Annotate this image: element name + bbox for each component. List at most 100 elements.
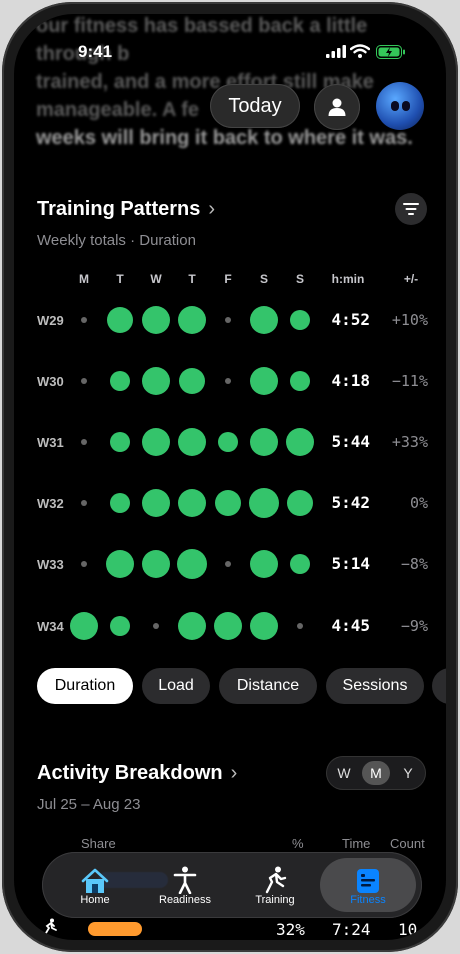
fitness-icon [357,869,379,893]
week-label: W31 [37,435,64,450]
filter-button[interactable] [395,193,427,225]
duration-dot [178,428,206,456]
week-label: W29 [37,313,64,328]
duration-dot [287,490,313,516]
tab-label: Training [255,894,295,906]
duration-dot [179,368,205,394]
share-bar [88,922,142,936]
week-label: W30 [37,374,64,389]
duration-dot [250,612,278,640]
tab-readiness[interactable]: Readiness [140,858,230,912]
duration-dot [110,371,130,391]
column-hmin: h:min [331,272,365,286]
duration-dot [297,623,303,629]
duration-dot [110,616,130,636]
phone-frame: our fitness has bassed back a little thr… [2,2,458,952]
duration-dot [81,561,87,567]
duration-dot [142,550,170,578]
week-duration: 4:52 [331,310,370,329]
section-title: Activity Breakdown [37,762,223,784]
column-share: Share [81,836,116,851]
metric-chip-overflow[interactable] [432,668,446,704]
week-delta: −8% [400,555,428,573]
duration-dot [81,378,87,384]
week-duration: 5:42 [331,493,370,512]
duration-dot [250,306,278,334]
metric-chip-load[interactable]: Load [142,668,210,704]
duration-dot [81,439,87,445]
duration-dot [178,489,206,517]
avatar-eye [402,101,410,111]
assistant-avatar[interactable] [376,82,424,130]
duration-dot [290,554,310,574]
tab-fitness[interactable]: Fitness [320,858,416,912]
tab-training[interactable]: Training [230,858,320,912]
day-header: T [116,272,124,286]
duration-dot [110,493,130,513]
today-button[interactable]: Today [210,84,300,128]
metric-chip-distance[interactable]: Distance [219,668,317,704]
duration-dot [142,367,170,395]
running-icon [265,866,287,894]
avatar-eye [391,101,399,111]
tab-label: Readiness [159,894,211,906]
day-header: F [224,272,232,286]
scrolled-insight-text: our fitness has bassed back a little thr… [36,14,436,152]
row-time: 7:24 [332,920,371,939]
day-header: S [259,272,268,286]
duration-dot [214,612,242,640]
metric-chip-duration[interactable]: Duration [37,668,133,704]
column-delta: +/- [403,272,419,286]
row-count: 10 [398,920,418,939]
duration-dot [70,612,98,640]
duration-dot [178,612,206,640]
duration-dot [250,550,278,578]
cellular-signal-icon [326,45,346,58]
duration-dot [290,371,310,391]
today-label: Today [228,94,282,117]
week-duration: 5:44 [331,432,370,451]
week-duration: 5:14 [331,554,370,573]
week-delta: −11% [391,372,428,390]
segment-year[interactable]: Y [394,761,422,785]
person-icon [328,98,346,116]
segment-month[interactable]: M [362,761,390,785]
day-header: W [150,272,162,286]
duration-dot [177,549,207,579]
segment-week[interactable]: W [330,761,358,785]
duration-dot [250,428,278,456]
insight-line: weeks will bring it back to where it was… [36,127,413,149]
duration-dot [142,428,170,456]
week-delta: +33% [391,433,428,451]
training-patterns-subtitle: Weekly totals · Duration [37,232,196,249]
week-label: W33 [37,557,64,572]
tab-label: Fitness [350,894,386,906]
figure-icon [173,866,197,894]
column-count: Count [390,836,425,851]
week-label: W32 [37,496,64,511]
duration-dot [225,378,231,384]
screen: our fitness has bassed back a little thr… [14,14,446,940]
duration-dot [178,306,206,334]
tab-home[interactable]: Home [50,858,140,912]
column-percent: % [292,836,304,851]
duration-dot [286,428,314,456]
activity-breakdown-header[interactable]: Activity Breakdown › [37,762,237,785]
duration-dot [110,432,130,452]
duration-dot [153,623,159,629]
metric-chip-sessions[interactable]: Sessions [326,668,424,704]
house-icon [81,868,109,893]
profile-button[interactable] [314,84,360,130]
duration-dot [81,317,87,323]
duration-dot [218,432,238,452]
duration-dot [142,489,170,517]
duration-dot [107,307,133,333]
duration-dot [225,317,231,323]
day-header: T [188,272,196,286]
running-icon [45,918,57,934]
training-patterns-header[interactable]: Training Patterns › [37,198,215,221]
day-header: S [295,272,304,286]
chevron-right-icon: › [230,762,238,784]
status-time: 9:41 [78,42,113,61]
week-label: W34 [37,619,64,634]
